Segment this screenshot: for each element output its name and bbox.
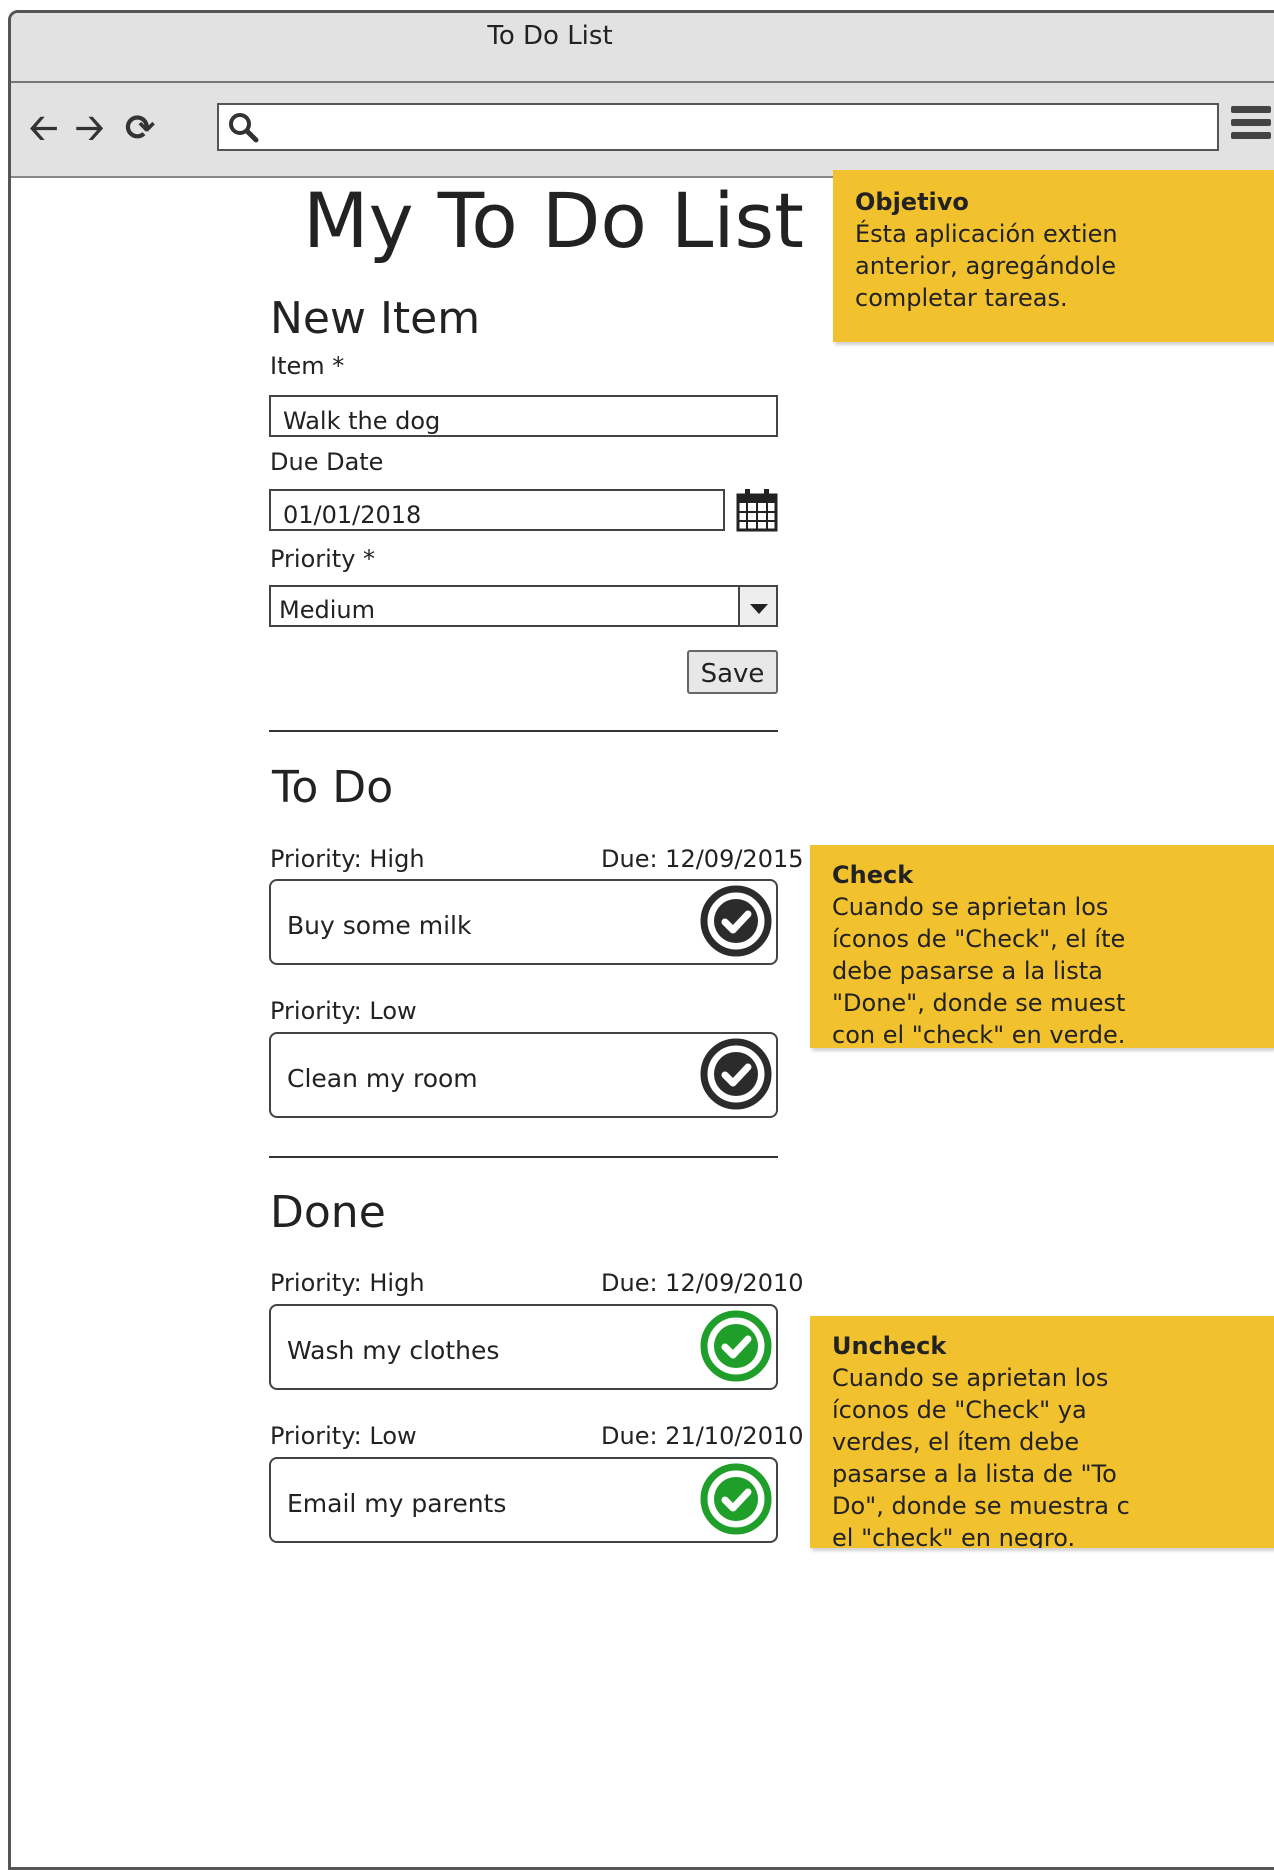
check-circle-green-icon[interactable] bbox=[694, 1457, 778, 1541]
priority-label: Priority * bbox=[270, 545, 376, 573]
save-button[interactable]: Save bbox=[687, 650, 778, 694]
done-item-due: Due: 21/10/2010 bbox=[601, 1422, 804, 1450]
sticky-note-check: Check Cuando se aprietan los íconos de "… bbox=[810, 845, 1274, 1048]
done-item-text: Email my parents bbox=[287, 1489, 507, 1518]
todo-item-due: Due: 12/09/2015 bbox=[601, 845, 804, 873]
done-item-card: Wash my clothes bbox=[269, 1304, 778, 1390]
window-title: To Do List bbox=[487, 21, 613, 51]
due-date-field[interactable] bbox=[269, 489, 725, 531]
page-title: My To Do List bbox=[303, 176, 804, 265]
note-title: Check bbox=[832, 861, 914, 889]
sticky-note-objetivo: Objetivo Ésta aplicación extien anterior… bbox=[833, 170, 1274, 342]
search-icon bbox=[229, 113, 259, 143]
new-item-heading: New Item bbox=[270, 293, 481, 344]
forward-arrow-icon[interactable]: 🡢 bbox=[75, 105, 104, 153]
todo-item-card: Clean my room bbox=[269, 1032, 778, 1118]
reload-icon[interactable]: ⟳ bbox=[125, 105, 155, 153]
check-circle-icon[interactable] bbox=[694, 1032, 778, 1116]
done-heading: Done bbox=[270, 1187, 386, 1238]
back-arrow-icon[interactable]: 🡠 bbox=[29, 105, 58, 153]
item-input[interactable] bbox=[281, 405, 740, 437]
address-bar[interactable] bbox=[217, 103, 1219, 151]
done-item-priority: Priority: High bbox=[270, 1269, 425, 1297]
section-divider bbox=[269, 1156, 778, 1158]
priority-selected-value: Medium bbox=[279, 596, 375, 624]
chevron-down-icon[interactable] bbox=[738, 587, 776, 625]
item-field[interactable] bbox=[269, 395, 778, 437]
todo-item-priority: Priority: Low bbox=[270, 997, 417, 1025]
note-body: Ésta aplicación extien anterior, agregán… bbox=[855, 220, 1118, 312]
todo-item-card: Buy some milk bbox=[269, 879, 778, 965]
window-titlebar: To Do List bbox=[11, 13, 1274, 83]
note-title: Objetivo bbox=[855, 188, 969, 216]
calendar-icon[interactable] bbox=[736, 488, 778, 532]
todo-item-text: Clean my room bbox=[287, 1064, 478, 1093]
done-item-text: Wash my clothes bbox=[287, 1336, 500, 1365]
todo-item-text: Buy some milk bbox=[287, 911, 472, 940]
note-title: Uncheck bbox=[832, 1332, 947, 1360]
check-circle-icon[interactable] bbox=[694, 879, 778, 963]
item-label: Item * bbox=[270, 352, 345, 380]
todo-heading: To Do bbox=[272, 762, 394, 813]
done-item-priority: Priority: Low bbox=[270, 1422, 417, 1450]
sticky-note-uncheck: Uncheck Cuando se aprietan los íconos de… bbox=[810, 1316, 1274, 1548]
done-item-card: Email my parents bbox=[269, 1457, 778, 1543]
browser-toolbar: 🡠 🡢 ⟳ bbox=[11, 83, 1274, 178]
check-circle-green-icon[interactable] bbox=[694, 1304, 778, 1388]
done-item-due: Due: 12/09/2010 bbox=[601, 1269, 804, 1297]
note-body: Cuando se aprietan los íconos de "Check"… bbox=[832, 1364, 1130, 1548]
due-date-label: Due Date bbox=[270, 448, 384, 476]
due-date-input[interactable] bbox=[281, 499, 692, 531]
section-divider bbox=[269, 730, 778, 732]
hamburger-menu-icon[interactable] bbox=[1231, 106, 1271, 145]
priority-select[interactable]: Medium bbox=[269, 585, 778, 627]
todo-item-priority: Priority: High bbox=[270, 845, 425, 873]
note-body: Cuando se aprietan los íconos de "Check"… bbox=[832, 893, 1126, 1048]
address-input[interactable] bbox=[273, 111, 1197, 145]
